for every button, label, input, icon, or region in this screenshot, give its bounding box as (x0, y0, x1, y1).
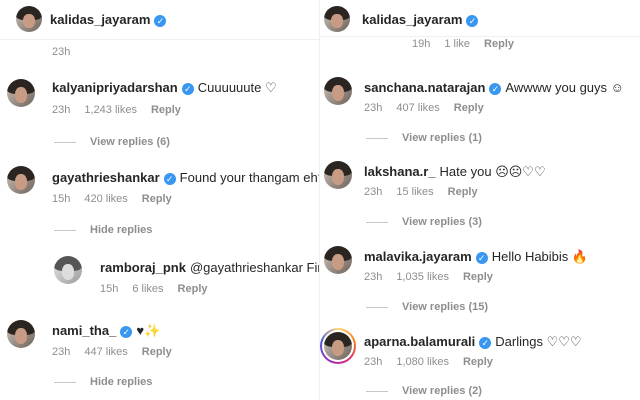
view-replies-button[interactable]: View replies (6) (54, 136, 170, 148)
likes-count[interactable]: 1,035 likes (396, 271, 449, 283)
likes-count[interactable]: 6 likes (132, 283, 163, 295)
header-username[interactable]: kalidas_jayaram ✓ (50, 12, 167, 27)
reply-button[interactable]: Reply (178, 283, 208, 295)
comment-username[interactable]: malavika.jayaram ✓ Hello Habibis 🔥 (364, 249, 588, 265)
verified-icon: ✓ (475, 252, 488, 264)
comment-username[interactable]: aparna.balamurali ✓ Darlings ♡♡♡ (364, 334, 582, 350)
verified-icon: ✓ (489, 83, 502, 95)
view-replies-button[interactable]: View replies (1) (366, 132, 482, 144)
comment-username[interactable]: sanchana.natarajan ✓ Awwww you guys ☺ (364, 80, 624, 95)
reply-button[interactable]: Reply (454, 102, 484, 114)
likes-count[interactable]: 1,243 likes (84, 104, 137, 116)
comment-meta: 15h 420 likes Reply (52, 193, 172, 205)
header-username[interactable]: kalidas_jayaram ✓ (362, 12, 479, 27)
comment-username[interactable]: kalyanipriyadarshan ✓ Cuuuuuute ♡ (52, 80, 277, 96)
reply-button[interactable]: Reply (484, 38, 514, 50)
avatar[interactable] (7, 320, 35, 348)
left-comments-panel: kalidas_jayaram ✓ 23h kalyanipriyadarshan… (0, 0, 320, 400)
comment-text: Hate you ☹☹♡♡ (439, 164, 546, 179)
hide-replies-button[interactable]: Hide replies (54, 224, 152, 236)
view-replies-button[interactable]: View replies (15) (366, 301, 488, 313)
likes-count[interactable]: 407 likes (396, 102, 439, 114)
reply-button[interactable]: Reply (142, 346, 172, 358)
comment-meta: 23h 1,080 likes Reply (364, 356, 493, 368)
comment-text: Darlings ♡♡♡ (495, 334, 582, 349)
likes-count[interactable]: 420 likes (84, 193, 127, 205)
comment-username[interactable]: gayathrieshankar✓Found your thangam eh? … (52, 170, 320, 185)
avatar[interactable] (324, 246, 352, 274)
post-header: kalidas_jayaram ✓ (320, 0, 640, 37)
hide-replies-button[interactable]: Hide replies (54, 376, 152, 388)
comment-meta: 23h 447 likes Reply (52, 346, 172, 358)
likes-count[interactable]: 1,080 likes (396, 356, 449, 368)
comment-meta: 23h 15 likes Reply (364, 186, 478, 198)
panel-divider (319, 0, 320, 400)
comment-text: Found your thangam eh? ☺ (179, 170, 320, 185)
avatar[interactable] (54, 256, 82, 284)
story-ring[interactable] (320, 328, 356, 364)
caption-time: 23h (52, 46, 71, 58)
avatar[interactable] (324, 161, 352, 189)
comment-text: ♥✨ (136, 323, 161, 338)
view-replies-button[interactable]: View replies (2) (366, 385, 482, 397)
likes-count[interactable]: 447 likes (84, 346, 127, 358)
comment-text: @gayathrieshankar Finally (189, 260, 320, 275)
comment-text: Awwww you guys ☺ (505, 80, 624, 95)
partial-comment-meta: 19h 1 like Reply (412, 38, 515, 50)
comment-meta: 23h 1,243 likes Reply (52, 104, 181, 116)
right-comments-panel: 19h 1 like Reply kalidas_jayaram ✓ sanchana… (320, 0, 640, 400)
comment-text: Hello Habibis 🔥 (491, 249, 589, 264)
likes-count[interactable]: 15 likes (396, 186, 433, 198)
reply-button[interactable]: Reply (463, 356, 493, 368)
comment-meta: 23h 407 likes Reply (364, 102, 484, 114)
verified-icon: ✓ (120, 326, 133, 338)
post-header: kalidas_jayaram ✓ (0, 0, 320, 40)
reply-button[interactable]: Reply (448, 186, 478, 198)
avatar[interactable] (324, 77, 352, 105)
avatar[interactable] (7, 166, 35, 194)
view-replies-button[interactable]: View replies (3) (366, 216, 482, 228)
verified-icon: ✓ (163, 173, 176, 185)
avatar[interactable] (324, 6, 350, 32)
verified-icon: ✓ (154, 15, 167, 27)
comment-username[interactable]: lakshana.r_ Hate you ☹☹♡♡ (364, 164, 546, 180)
avatar[interactable] (16, 6, 42, 32)
reply-button[interactable]: Reply (142, 193, 172, 205)
verified-icon: ✓ (466, 15, 479, 27)
avatar (324, 332, 352, 360)
verified-icon: ✓ (181, 83, 194, 95)
comment-meta: 15h 6 likes Reply (100, 283, 208, 295)
avatar[interactable] (7, 79, 35, 107)
comment-username[interactable]: ramboraj_pnk@gayathrieshankar Finally (100, 260, 320, 275)
verified-icon: ✓ (479, 337, 492, 349)
reply-button[interactable]: Reply (151, 104, 181, 116)
comment-username[interactable]: nami_tha_ ✓ ♥✨ (52, 323, 160, 339)
comment-meta: 23h 1,035 likes Reply (364, 271, 493, 283)
reply-button[interactable]: Reply (463, 271, 493, 283)
comment-text: Cuuuuuute ♡ (197, 80, 277, 95)
